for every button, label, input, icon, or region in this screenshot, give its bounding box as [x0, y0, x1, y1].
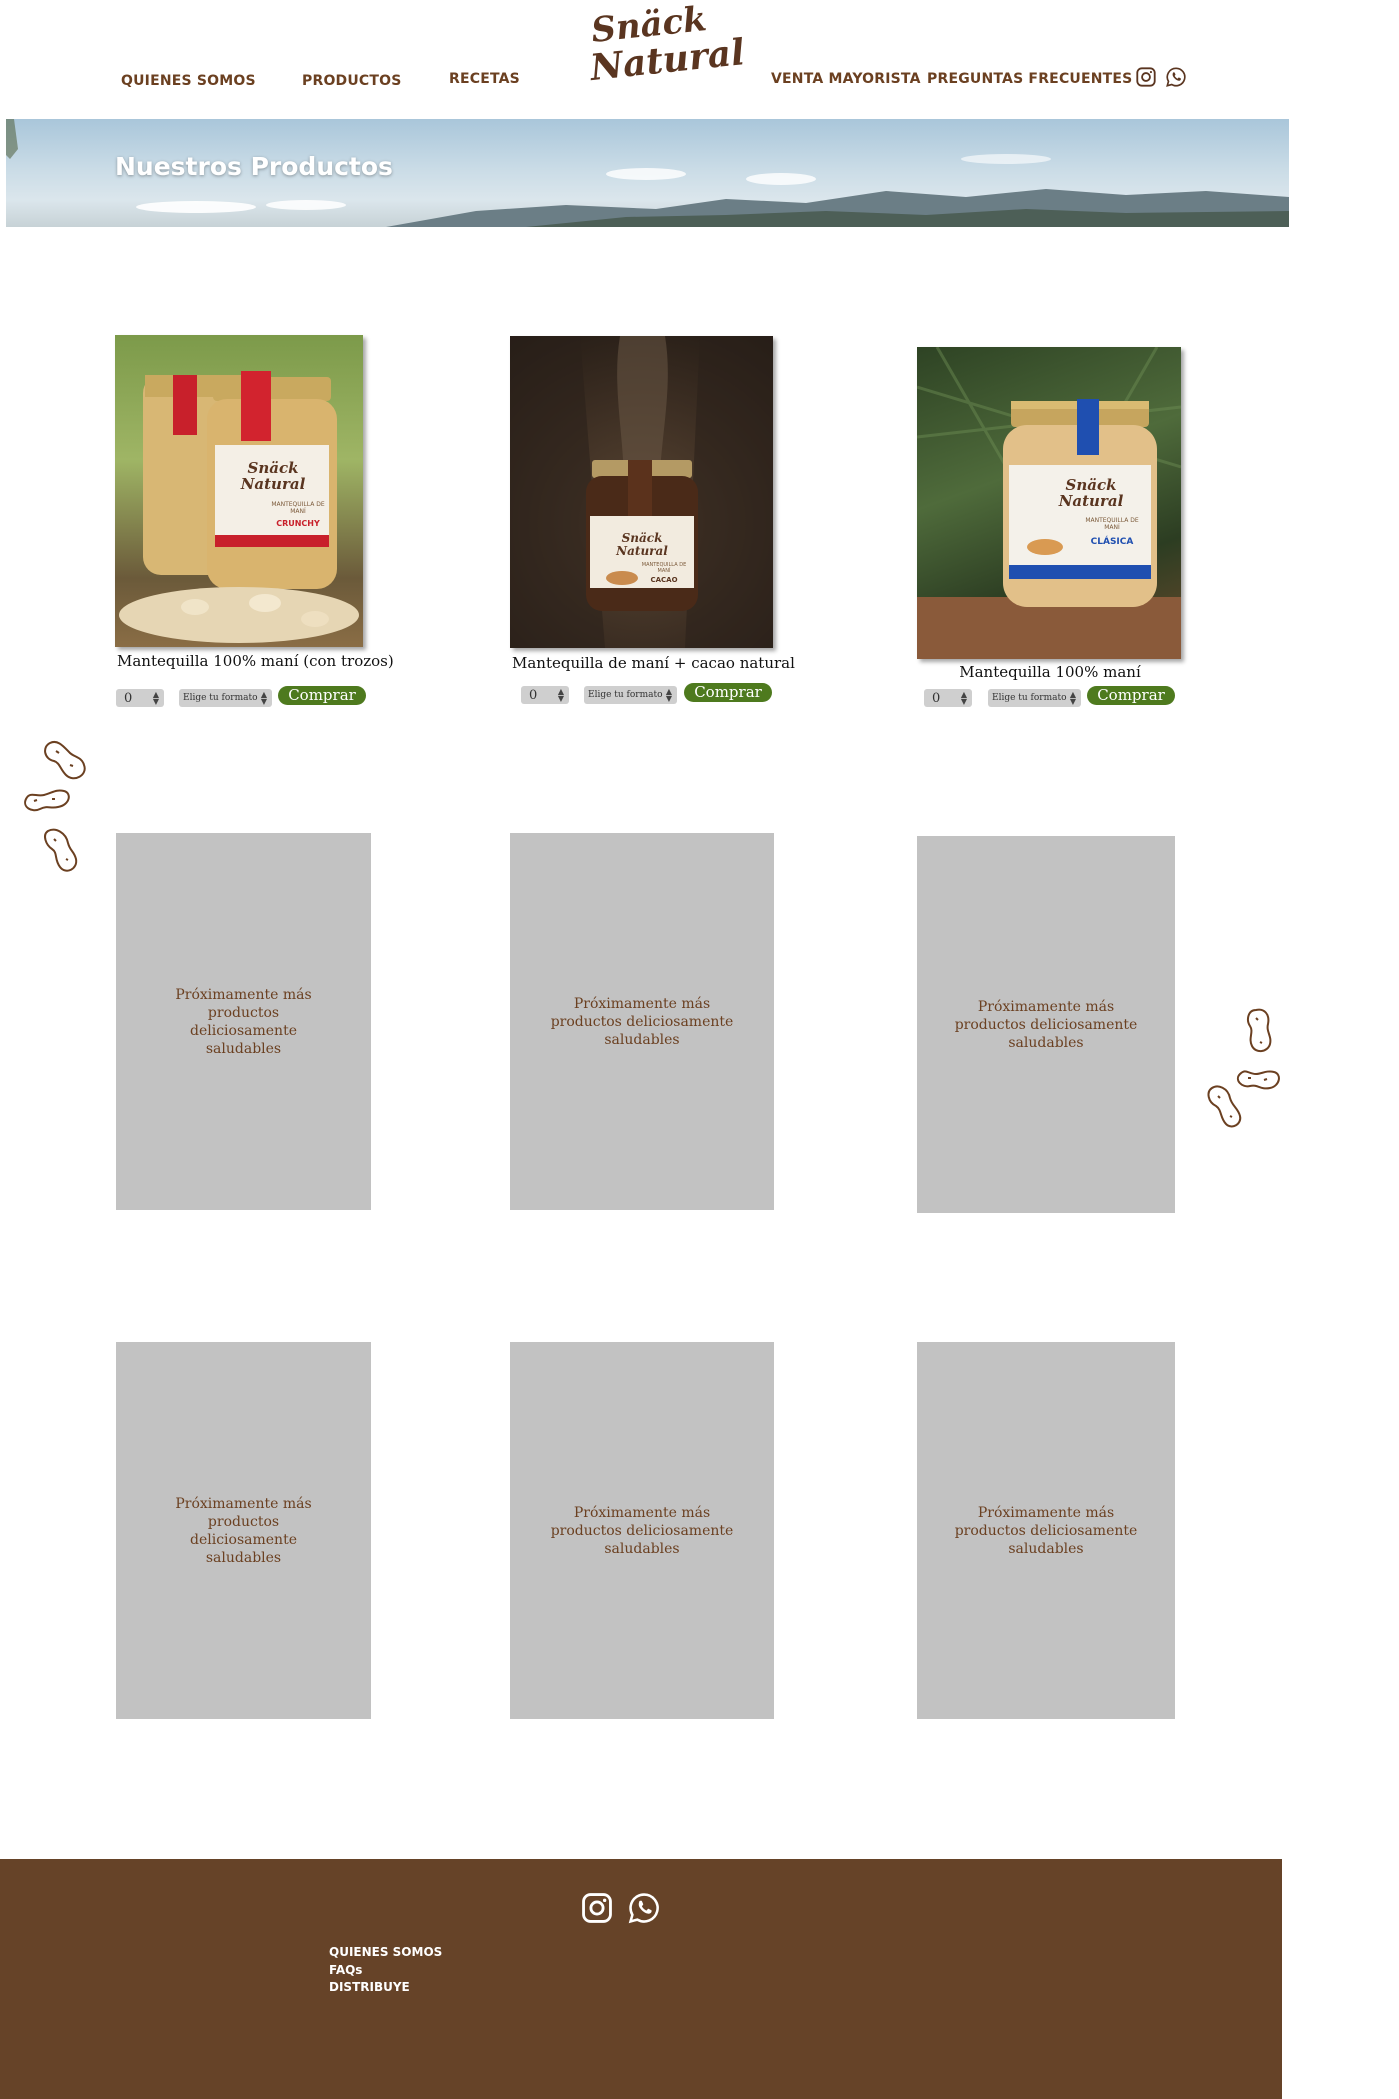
jar-label-brand: Snäck Natural: [1051, 477, 1131, 509]
stepper-arrows-icon[interactable]: ▲ ▼: [961, 691, 967, 706]
chevron-updown-icon: ▲ ▼: [1069, 690, 1076, 706]
product-name-crunchy[interactable]: Mantequilla 100% maní (con trozos): [117, 652, 394, 670]
stepper-arrows-icon[interactable]: ▲ ▼: [558, 688, 564, 703]
coming-soon-text: Próximamente más productos deliciosament…: [954, 998, 1138, 1051]
coming-soon-text: Próximamente más productos deliciosament…: [175, 1495, 312, 1566]
jar-label-brand: Snäck Natural: [610, 532, 674, 558]
brand-logo[interactable]: Snäck Natural: [588, 0, 747, 90]
product-name-clasica[interactable]: Mantequilla 100% maní: [920, 663, 1180, 681]
jar-label-type: MANTEQUILLA DE MANÍ: [1085, 517, 1139, 531]
nav-preguntas-frecuentes[interactable]: PREGUNTAS FRECUENTES: [927, 71, 1132, 87]
buy-button[interactable]: Comprar: [278, 686, 366, 705]
whatsapp-icon[interactable]: [627, 1891, 661, 1925]
site-footer: QUIENES SOMOS FAQs DISTRIBUYE: [0, 1859, 1282, 2099]
jar-label-line-2: Natural: [1058, 492, 1124, 510]
quantity-value: 0: [529, 688, 538, 703]
peanut-icon-cluster-right: [1207, 1008, 1280, 1128]
coming-soon-card: Próximamente más productos deliciosament…: [116, 833, 371, 1210]
nav-productos[interactable]: PRODUCTOS: [302, 73, 402, 89]
quantity-value: 0: [124, 691, 133, 706]
footer-link-quienes-somos[interactable]: QUIENES SOMOS: [329, 1945, 442, 1959]
page-title: Nuestros Productos: [115, 152, 393, 181]
format-select[interactable]: Elige tu formato ▲ ▼: [988, 689, 1081, 707]
peanut-icon-cluster-left: [24, 741, 86, 872]
buy-button[interactable]: Comprar: [1087, 686, 1175, 705]
coming-soon-card: Próximamente más productos deliciosament…: [917, 1342, 1175, 1719]
jar-label-variant: CACAO: [650, 576, 678, 584]
format-select-value: Elige tu formato: [588, 690, 663, 700]
chevron-updown-icon: ▲ ▼: [260, 690, 267, 706]
whatsapp-icon[interactable]: [1165, 66, 1187, 88]
jar-label-type: MANTEQUILLA DE MANÍ: [271, 501, 325, 515]
jar-label-variant: CLÁSICA: [1090, 537, 1134, 547]
coming-soon-text: Próximamente más productos deliciosament…: [550, 995, 734, 1048]
jar-label-variant: CRUNCHY: [276, 519, 320, 528]
quantity-stepper[interactable]: 0 ▲ ▼: [116, 689, 164, 707]
product-photo-crunchy[interactable]: Snäck Natural MANTEQUILLA DE MANÍ CRUNCH…: [115, 335, 363, 647]
instagram-icon[interactable]: [580, 1891, 614, 1925]
product-photo-cacao[interactable]: Snäck Natural MANTEQUILLA DE MANÍ CACAO: [510, 336, 773, 648]
nav-venta-mayorista[interactable]: VENTA MAYORISTA: [771, 71, 921, 87]
format-select[interactable]: Elige tu formato ▲ ▼: [584, 686, 677, 704]
footer-link-faqs[interactable]: FAQs: [329, 1963, 362, 1977]
footer-link-distribuye[interactable]: DISTRIBUYE: [329, 1980, 410, 1994]
jar-label-line-2: Natural: [240, 475, 306, 493]
coming-soon-card: Próximamente más productos deliciosament…: [116, 1342, 371, 1719]
coming-soon-card: Próximamente más productos deliciosament…: [510, 1342, 774, 1719]
jar-label-line-2: Natural: [616, 544, 668, 558]
jar-label-line-1: Snäck: [621, 531, 663, 545]
coming-soon-text: Próximamente más productos deliciosament…: [550, 1504, 734, 1557]
format-select-value: Elige tu formato: [992, 693, 1067, 703]
logo-line-2: Natural: [588, 31, 747, 90]
nav-quienes-somos[interactable]: QUIENES SOMOS: [121, 73, 256, 89]
coming-soon-card: Próximamente más productos deliciosament…: [917, 836, 1175, 1213]
nav-recetas[interactable]: RECETAS: [449, 71, 520, 87]
quantity-value: 0: [932, 691, 941, 706]
jar-label-brand: Snäck Natural: [233, 460, 313, 492]
jar-label-type: MANTEQUILLA DE MANÍ: [641, 562, 687, 574]
instagram-icon[interactable]: [1135, 66, 1157, 88]
coming-soon-text: Próximamente más productos deliciosament…: [175, 986, 312, 1057]
hero-banner: Nuestros Productos: [6, 119, 1289, 227]
product-photo-clasica[interactable]: Snäck Natural MANTEQUILLA DE MANÍ CLÁSIC…: [917, 347, 1181, 659]
chevron-updown-icon: ▲ ▼: [665, 687, 672, 703]
format-select[interactable]: Elige tu formato ▲ ▼: [179, 689, 272, 707]
format-select-value: Elige tu formato: [183, 693, 258, 703]
buy-button[interactable]: Comprar: [684, 683, 772, 702]
quantity-stepper[interactable]: 0 ▲ ▼: [924, 689, 972, 707]
coming-soon-text: Próximamente más productos deliciosament…: [954, 1504, 1138, 1557]
coming-soon-card: Próximamente más productos deliciosament…: [510, 833, 774, 1210]
jar-cacao-image: [510, 336, 773, 648]
product-name-cacao[interactable]: Mantequilla de maní + cacao natural: [512, 654, 795, 672]
quantity-stepper[interactable]: 0 ▲ ▼: [521, 686, 569, 704]
jar-clasica-image: [917, 347, 1181, 659]
stepper-arrows-icon[interactable]: ▲ ▼: [153, 691, 159, 706]
